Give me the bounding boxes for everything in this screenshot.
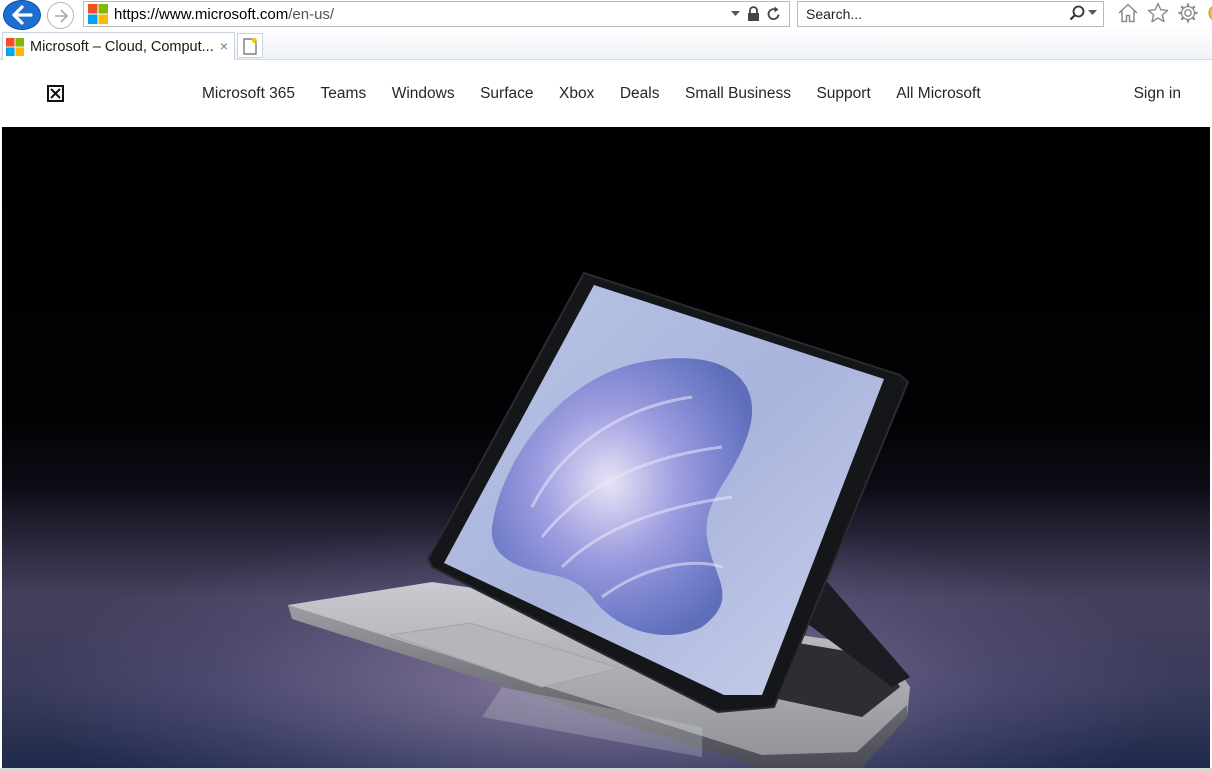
new-tab-button[interactable] <box>237 33 263 58</box>
nav-teams[interactable]: Teams <box>321 85 367 103</box>
browser-address-row: https://www.microsoft.com/en-us/ <box>0 0 1212 30</box>
search-controls <box>1069 5 1097 21</box>
close-icon[interactable]: × <box>220 38 228 54</box>
forward-arrow-icon <box>54 8 68 23</box>
forward-button[interactable] <box>47 2 74 29</box>
address-bar[interactable]: https://www.microsoft.com/en-us/ <box>83 1 790 27</box>
nav-windows[interactable]: Windows <box>392 85 455 103</box>
chevron-down-icon[interactable] <box>1088 10 1097 16</box>
broken-image-icon[interactable] <box>47 85 64 102</box>
nav-support[interactable]: Support <box>816 85 870 103</box>
search-icon[interactable] <box>1069 5 1085 21</box>
lock-icon[interactable] <box>747 6 760 21</box>
search-box[interactable] <box>797 1 1104 27</box>
url-text[interactable]: https://www.microsoft.com/en-us/ <box>114 6 334 23</box>
back-button[interactable] <box>3 0 41 30</box>
tab-microsoft[interactable]: Microsoft – Cloud, Comput... × <box>2 32 235 60</box>
nav-small-business[interactable]: Small Business <box>685 85 791 103</box>
nav-surface[interactable]: Surface <box>480 85 533 103</box>
chevron-down-icon[interactable] <box>731 10 740 17</box>
microsoft-logo-icon <box>6 37 24 56</box>
address-bar-icons <box>731 6 781 21</box>
nav-all-microsoft[interactable]: All Microsoft <box>896 85 980 103</box>
url-host: www.microsoft.com <box>159 6 289 23</box>
nav-xbox[interactable]: Xbox <box>559 85 594 103</box>
refresh-icon[interactable] <box>767 6 781 21</box>
page-border <box>0 60 2 771</box>
new-tab-icon <box>243 37 257 55</box>
toolbar-icons <box>1117 2 1212 24</box>
logo-placeholder <box>50 88 61 99</box>
back-arrow-icon <box>12 5 33 25</box>
url-scheme: https:// <box>114 6 160 23</box>
surface-laptop-studio-image <box>288 271 910 768</box>
gear-icon[interactable] <box>1177 2 1199 24</box>
site-header: Microsoft 365 Teams Windows Surface Xbox… <box>2 61 1210 127</box>
main-nav: Microsoft 365 Teams Windows Surface Xbox… <box>202 85 1006 103</box>
home-icon[interactable] <box>1117 2 1139 24</box>
url-path: /en-us/ <box>288 6 335 23</box>
search-input[interactable] <box>806 5 1046 23</box>
nav-microsoft-365[interactable]: Microsoft 365 <box>202 85 295 103</box>
sign-in-link[interactable]: Sign in <box>1134 85 1181 103</box>
hero-banner[interactable] <box>2 127 1210 768</box>
nav-deals[interactable]: Deals <box>620 85 660 103</box>
microsoft-logo-icon <box>88 4 108 24</box>
tab-bar: Microsoft – Cloud, Comput... × <box>0 30 1212 60</box>
feedback-icon[interactable] <box>1207 2 1212 24</box>
tab-title: Microsoft – Cloud, Comput... <box>30 38 214 55</box>
star-icon[interactable] <box>1147 2 1169 24</box>
